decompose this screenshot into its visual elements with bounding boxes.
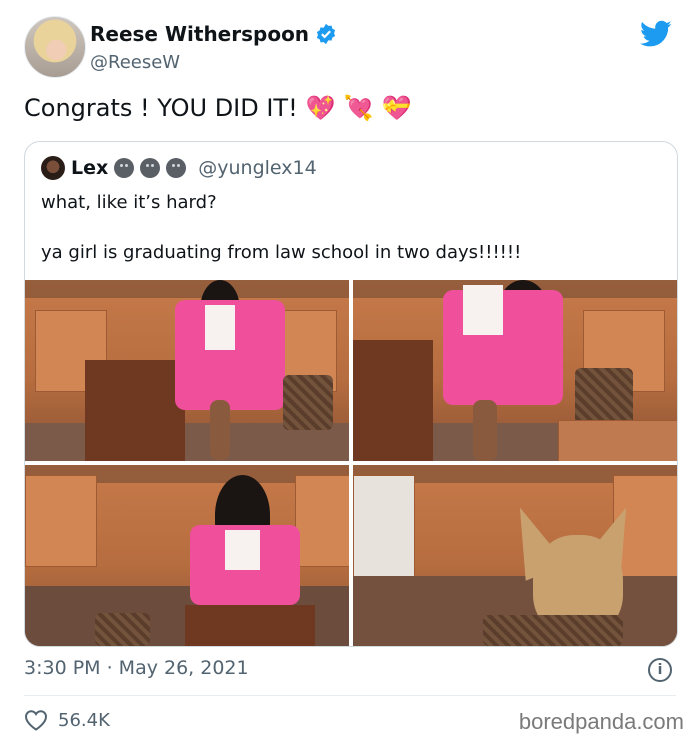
heart-ribbon-emoji: 💝: [381, 94, 412, 122]
photo-3[interactable]: [25, 465, 349, 646]
sparkling-heart-emoji: 💖: [305, 94, 336, 122]
tweet-text: Congrats ! YOU DID IT!: [24, 94, 298, 122]
photo-4[interactable]: [353, 465, 677, 646]
tweet-body: Congrats ! YOU DID IT! 💖 💘 💝: [24, 94, 411, 122]
info-icon[interactable]: i: [648, 658, 672, 682]
quoted-tweet[interactable]: Lex @yunglex14 what, like it’s hard? ya …: [24, 141, 678, 647]
verified-badge-icon: [316, 23, 336, 45]
like-action[interactable]: 56.4K: [24, 709, 110, 731]
photo-grid: [25, 280, 677, 646]
author-name[interactable]: Reese Witherspoon: [90, 22, 309, 46]
quoted-handle: @yunglex14: [198, 157, 317, 179]
tweet-timestamp[interactable]: 3:30 PM · May 26, 2021: [24, 657, 249, 679]
heart-arrow-emoji: 💘: [343, 94, 374, 122]
twitter-bird-icon[interactable]: [640, 20, 672, 48]
grimace-emoji-icon: [140, 158, 161, 178]
photo-1[interactable]: [25, 280, 349, 461]
grimace-emoji-icon: [166, 158, 187, 178]
divider: [24, 695, 676, 696]
author-name-row: Reese Witherspoon: [90, 22, 337, 46]
author-avatar[interactable]: [24, 16, 86, 78]
heart-icon[interactable]: [24, 709, 48, 731]
like-count: 56.4K: [58, 709, 110, 731]
grimace-emoji-icon: [114, 158, 135, 178]
quoted-text-line-1: what, like it’s hard?: [41, 192, 217, 213]
quoted-header: Lex @yunglex14: [41, 156, 317, 180]
quoted-avatar: [41, 156, 65, 180]
author-handle[interactable]: @ReeseW: [90, 52, 180, 73]
tweet-header: Reese Witherspoon @ReeseW: [24, 16, 676, 80]
quoted-text-line-2: ya girl is graduating from law school in…: [41, 242, 522, 263]
watermark: boredpanda.com: [518, 709, 684, 734]
photo-2[interactable]: [353, 280, 677, 461]
quoted-name: Lex: [71, 157, 109, 179]
